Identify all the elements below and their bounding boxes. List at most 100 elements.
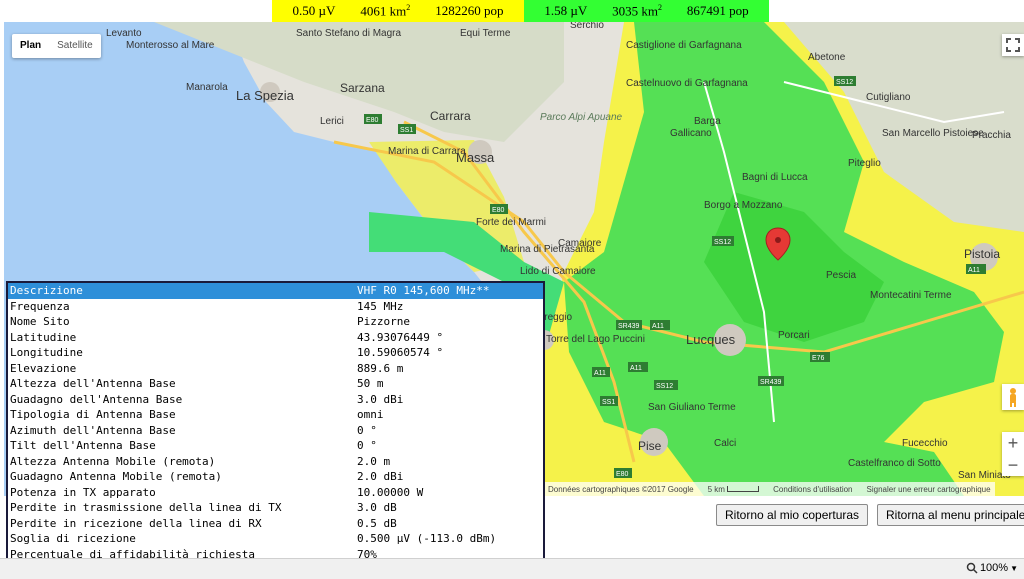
street-view-button[interactable] (1002, 384, 1024, 410)
map-type-plan[interactable]: Plan (12, 34, 49, 58)
map-label: San Marcello Pistoiese (882, 128, 984, 139)
browser-status-bar: 100% ▼ (0, 558, 1024, 579)
row-label: Longitudine (10, 346, 83, 359)
legend-yellow-signal: 0.50 µV (292, 3, 336, 18)
row-label: Perdite in trasmissione della linea di T… (10, 501, 282, 514)
row-value: 2.0 m (357, 454, 391, 468)
road-shield-label: A11 (652, 323, 664, 330)
row-label: Soglia di ricezione (10, 532, 136, 545)
table-row: Tipologia di Antenna Base omni (8, 407, 543, 423)
table-row: Perdite in ricezione della linea di RX 0.… (8, 516, 543, 532)
road-shield-label: E80 (492, 207, 505, 214)
row-label: Tilt dell'Antenna Base (10, 439, 156, 452)
fullscreen-icon (1006, 38, 1020, 52)
table-row: Soglia di ricezione 0.500 µV (-113.0 dBm) (8, 531, 543, 547)
zoom-level-text: 100% (979, 562, 1009, 574)
row-label: Perdite in ricezione della linea di RX (10, 516, 262, 530)
map-label: Montecatini Terme (870, 290, 952, 301)
zoom-in-button[interactable]: + (1002, 432, 1024, 454)
road-shield-label: A11 (968, 267, 980, 274)
map-type-satellite[interactable]: Satellite (49, 34, 101, 58)
row-label: Nome Sito (10, 315, 70, 328)
legend-yellow-level: 0.50 µV 4061 km2 1282260 pop (272, 0, 524, 22)
row-label: Potenza in TX apparato (10, 485, 156, 499)
back-to-coverage-button[interactable]: Ritorno al mio coperturas (716, 504, 869, 526)
map-label: Abetone (808, 52, 846, 63)
map-attribution: Données cartographiques ©2017 Google 5 k… (544, 482, 995, 496)
row-label: Altezza Antenna Mobile (remota) (10, 454, 216, 468)
row-label: Latitudine (10, 330, 77, 344)
road-shield-label: SS12 (714, 239, 731, 246)
fullscreen-button[interactable] (1002, 34, 1024, 56)
map-type-toggle[interactable]: Plan Satellite (12, 34, 101, 58)
table-row: Guadagno dell'Antenna Base 3.0 dBi (8, 392, 543, 408)
map-label: Pistoia (964, 247, 1000, 261)
zoom-control[interactable]: + − (1002, 432, 1024, 476)
map-label: Monterosso al Mare (126, 40, 215, 51)
table-row: Altezza Antenna Mobile (remota) 2.0 m (8, 454, 543, 470)
road-shield-label: E80 (616, 471, 629, 478)
map-label: Lido di Camaiore (520, 266, 596, 277)
row-value: 50 m (357, 377, 384, 390)
row-value: 0.500 µV (-113.0 dBm) (357, 532, 497, 545)
row-label: Azimuth dell'Antenna Base (10, 423, 176, 437)
table-row: Azimuth dell'Antenna Base 0 ° (8, 423, 543, 439)
legend-yellow-population: 1282260 pop (435, 3, 504, 18)
row-value: 10.00000 W (357, 485, 424, 499)
map-label: Camaiore (558, 238, 602, 249)
browser-zoom[interactable]: 100% ▼ (966, 562, 1018, 574)
road-shield-label: SR439 (760, 379, 782, 386)
row-value: 145 MHz (357, 299, 404, 313)
map-label: Castiglione di Garfagnana (626, 40, 742, 51)
map-label: Fucecchio (902, 438, 948, 449)
map-label: La Spezia (236, 88, 295, 103)
legend-green-population: 867491 pop (686, 3, 749, 18)
table-row: Frequenza 145 MHz (8, 299, 543, 315)
site-info-table: Descrizione VHF R0 145,600 MHz** Frequenza… (6, 281, 545, 576)
road-shield-label: SS12 (656, 383, 673, 390)
row-value: 3.0 dB (357, 501, 397, 514)
map-label: Marina di Carrara (388, 146, 466, 157)
map-label: Forte dei Marmi (476, 217, 546, 228)
row-label: Guadagno Antenna Mobile (remota) (10, 470, 222, 483)
row-value: 3.0 dBi (357, 392, 404, 406)
road-shield-label: A11 (594, 370, 606, 377)
map-scale: 5 km (708, 485, 760, 494)
map-label: Barga (694, 116, 721, 127)
map-label: Piteglio (848, 158, 881, 169)
map-label: Serchio (570, 22, 604, 31)
row-label: Descrizione (10, 284, 83, 297)
scale-bar-icon (727, 486, 760, 493)
map-label: Cutigliano (866, 92, 911, 103)
map-label: Torre del Lago Puccini (546, 334, 645, 345)
map-terms-link[interactable]: Conditions d'utilisation (773, 485, 852, 494)
map-label: Pescia (826, 270, 856, 281)
map-label: Manarola (186, 82, 228, 93)
map-report-link[interactable]: Signaler une erreur cartographique (867, 485, 991, 494)
row-value: 0 ° (357, 439, 377, 452)
table-row: Nome Sito Pizzorne (8, 314, 543, 330)
table-row: Tilt dell'Antenna Base 0 ° (8, 438, 543, 454)
row-label: Elevazione (10, 361, 77, 375)
table-row: Longitudine 10.59060574 ° (8, 345, 543, 361)
zoom-out-button[interactable]: − (1002, 454, 1024, 476)
chevron-down-icon[interactable]: ▼ (1010, 564, 1018, 573)
legend-green-signal: 1.58 µV (544, 3, 588, 18)
map-label: Castelnuovo di Garfagnana (626, 78, 748, 89)
road-shield-label: SS1 (602, 399, 615, 406)
map-label: Castelfranco di Sotto (848, 458, 941, 469)
legend-green-level: 1.58 µV 3035 km2 867491 pop (524, 0, 769, 22)
table-row: Guadagno Antenna Mobile (remota) 2.0 dBi (8, 469, 543, 485)
back-to-main-menu-button[interactable]: Ritorna al menu principale (877, 504, 1024, 526)
row-label: Frequenza (10, 299, 70, 313)
legend-green-area: 3035 km2 (612, 2, 662, 19)
road-shield-label: SS12 (836, 79, 853, 86)
road-shield-label: SR439 (618, 323, 640, 330)
map-label: Gallicano (670, 128, 712, 139)
map-label: Borgo a Mozzano (704, 200, 783, 211)
row-value: 10.59060574 ° (357, 346, 444, 359)
map-label: Lerici (320, 116, 344, 127)
table-row: Altezza dell'Antenna Base 50 m (8, 376, 543, 392)
map-label: Parco Alpi Apuane (540, 112, 623, 123)
row-label: Altezza dell'Antenna Base (10, 377, 176, 390)
